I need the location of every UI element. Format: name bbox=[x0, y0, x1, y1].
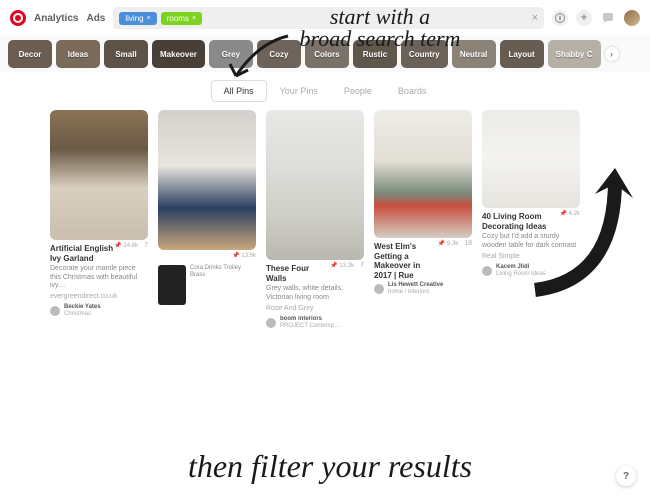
remove-tag-icon[interactable]: × bbox=[147, 15, 151, 22]
pin-author[interactable]: Kacem JlidiLiving Room Ideas bbox=[482, 264, 580, 277]
filter-chip-cozy[interactable]: Cozy bbox=[257, 40, 301, 68]
filter-chip-layout[interactable]: Layout bbox=[500, 40, 544, 68]
remove-tag-icon[interactable]: × bbox=[192, 15, 196, 22]
help-button[interactable]: ? bbox=[616, 466, 636, 486]
pin-card[interactable]: 40 Living Room Decorating Ideas📌 4.2k Coz… bbox=[482, 110, 580, 277]
header: Analytics Ads living× rooms× × + bbox=[0, 0, 650, 36]
pin-title: West Elm's Getting a Makeover in 2017 | … bbox=[374, 242, 438, 280]
pin-stats: 📌 13.3k7 bbox=[330, 262, 364, 269]
search-input[interactable]: living× rooms× × bbox=[113, 7, 544, 29]
pin-thumbnail[interactable] bbox=[158, 110, 256, 250]
pin-card[interactable]: These Four Walls📌 13.3k7 Grey walls, whit… bbox=[266, 110, 364, 329]
pin-author[interactable]: Lis Hewett Creativehome / interiors bbox=[374, 282, 472, 295]
pin-source: Rose And Grey bbox=[266, 305, 364, 312]
pin-stats: 📌 24.6k7 bbox=[114, 242, 148, 249]
user-avatar[interactable] bbox=[624, 10, 640, 26]
product-chip[interactable]: Cora Drinks TrolleyBrass bbox=[158, 265, 256, 305]
search-tag-rooms[interactable]: rooms× bbox=[161, 12, 202, 25]
pin-title: These Four Walls bbox=[266, 264, 330, 283]
pinterest-logo-icon[interactable] bbox=[10, 10, 26, 26]
filter-bar: DecorIdeasSmallMakeoverGreyCozyColorsRus… bbox=[0, 36, 650, 72]
pin-grid: Artificial English Ivy Garland📌 24.6k7 De… bbox=[0, 106, 650, 333]
author-name: Kacem Jlidi bbox=[496, 264, 546, 271]
pin-stats: 📌 4.2k bbox=[560, 210, 580, 217]
pin-thumbnail[interactable] bbox=[266, 110, 364, 260]
author-avatar bbox=[482, 266, 492, 276]
pin-author[interactable]: Beckie YatesChristmas bbox=[50, 304, 148, 317]
product-meta: Cora Drinks TrolleyBrass bbox=[190, 265, 241, 305]
tab-your-pins[interactable]: Your Pins bbox=[267, 80, 331, 102]
author-board: Living Room Ideas bbox=[496, 271, 546, 278]
pin-stats: 📌 9.3k18 bbox=[438, 240, 472, 247]
author-avatar bbox=[374, 284, 384, 294]
pin-source: evergreendirect.co.uk bbox=[50, 293, 148, 300]
pin-title: 40 Living Room Decorating Ideas bbox=[482, 212, 560, 231]
filter-chip-neutral[interactable]: Neutral bbox=[452, 40, 496, 68]
pin-description: Decorate your mantle piece this Christma… bbox=[50, 265, 148, 290]
result-tabs: All Pins Your Pins People Boards bbox=[0, 72, 650, 106]
explore-icon[interactable] bbox=[552, 10, 568, 26]
product-image bbox=[158, 265, 186, 305]
tab-all-pins[interactable]: All Pins bbox=[211, 80, 267, 102]
author-name: Beckie Yates bbox=[64, 304, 101, 311]
filter-chip-ideas[interactable]: Ideas bbox=[56, 40, 100, 68]
filter-chip-makeover[interactable]: Makeover bbox=[152, 40, 205, 68]
pin-thumbnail[interactable] bbox=[482, 110, 580, 208]
author-avatar bbox=[266, 318, 276, 328]
clear-search-icon[interactable]: × bbox=[532, 12, 538, 24]
pin-author[interactable]: boom interiorsPROJECT Contemp… bbox=[266, 316, 364, 329]
filter-chip-country[interactable]: Country bbox=[401, 40, 448, 68]
filter-chip-grey[interactable]: Grey bbox=[209, 40, 253, 68]
pin-title: Artificial English Ivy Garland bbox=[50, 244, 114, 263]
tab-people[interactable]: People bbox=[331, 80, 385, 102]
author-avatar bbox=[50, 306, 60, 316]
pin-stats: 📌 13.6k bbox=[232, 252, 256, 259]
filter-chip-small[interactable]: Small bbox=[104, 40, 148, 68]
nav-ads[interactable]: Ads bbox=[86, 13, 105, 24]
messages-icon[interactable] bbox=[600, 10, 616, 26]
author-name: boom interiors bbox=[280, 316, 340, 323]
filter-chip-rustic[interactable]: Rustic bbox=[353, 40, 397, 68]
pin-thumbnail[interactable] bbox=[50, 110, 148, 240]
author-board: home / interiors bbox=[388, 289, 443, 296]
author-name: Lis Hewett Creative bbox=[388, 282, 443, 289]
pin-card[interactable]: 📌 13.6k Cora Drinks TrolleyBrass bbox=[158, 110, 256, 305]
pin-description: Grey walls, white details, Victorian liv… bbox=[266, 285, 364, 302]
pin-card[interactable]: West Elm's Getting a Makeover in 2017 | … bbox=[374, 110, 472, 296]
pin-thumbnail[interactable] bbox=[374, 110, 472, 238]
pin-source: Real Simple bbox=[482, 253, 580, 260]
add-icon[interactable]: + bbox=[576, 10, 592, 26]
chevron-right-icon[interactable]: › bbox=[605, 47, 619, 61]
filter-chip-shabby[interactable]: Shabby C bbox=[548, 40, 601, 68]
pin-card[interactable]: Artificial English Ivy Garland📌 24.6k7 De… bbox=[50, 110, 148, 318]
tab-boards[interactable]: Boards bbox=[385, 80, 440, 102]
filter-chip-colors[interactable]: Colors bbox=[305, 40, 349, 68]
author-board: PROJECT Contemp… bbox=[280, 323, 340, 330]
annotation-bottom: then filter your results bbox=[90, 450, 570, 482]
nav-analytics[interactable]: Analytics bbox=[34, 13, 78, 24]
search-tag-living[interactable]: living× bbox=[119, 12, 156, 25]
pin-description: Cozy but I'd add a sturdy wooden table f… bbox=[482, 233, 580, 250]
author-board: Christmas bbox=[64, 311, 101, 318]
filter-chip-decor[interactable]: Decor bbox=[8, 40, 52, 68]
